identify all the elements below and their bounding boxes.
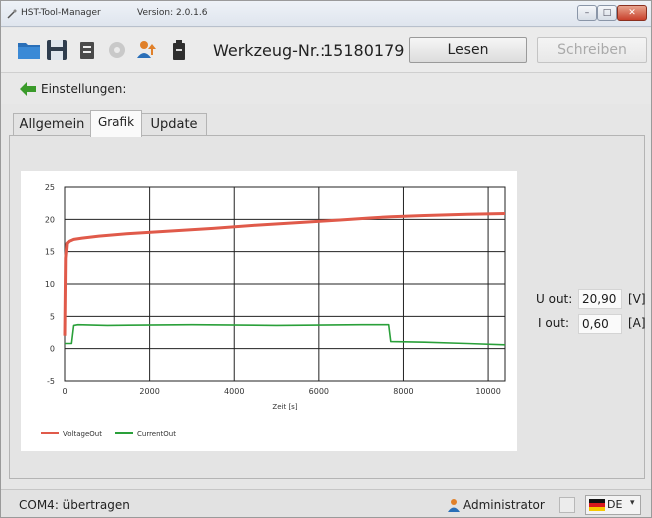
window-title: HST-Tool-Manager bbox=[21, 8, 101, 18]
tool-number-value: 15180179 bbox=[323, 41, 405, 60]
user-name: Administrator bbox=[463, 498, 545, 512]
user-upload-icon[interactable] bbox=[135, 38, 159, 62]
maximize-button[interactable]: □ bbox=[597, 5, 617, 21]
x-axis-label: Zeit [s] bbox=[272, 403, 297, 411]
battery-icon[interactable] bbox=[167, 38, 191, 62]
settings-bar: Einstellungen: bbox=[1, 72, 651, 104]
chevron-down-icon: ▾ bbox=[630, 498, 635, 508]
folder-icon[interactable] bbox=[17, 38, 41, 62]
chart-panel: -5 0 5 10 15 20 25 0 2000 4000 6000 8000 10000 Zeit [… bbox=[21, 171, 517, 451]
user-icon bbox=[448, 499, 460, 512]
y-tick-label: -5 bbox=[47, 377, 55, 386]
tab-general[interactable]: Allgemein bbox=[13, 113, 91, 136]
tab-bar: Allgemein Grafik Update bbox=[1, 109, 651, 137]
tool-number-label: Werkzeug-Nr.: bbox=[213, 41, 326, 60]
flag-de-icon bbox=[589, 499, 605, 511]
window-version: Version: 2.0.1.6 bbox=[137, 8, 208, 18]
u-out-label: U out: bbox=[536, 292, 573, 306]
tab-graph[interactable]: Grafik bbox=[90, 110, 142, 137]
back-arrow-icon[interactable] bbox=[19, 80, 37, 98]
x-tick-label: 4000 bbox=[224, 387, 244, 396]
legend-entry: VoltageOut bbox=[63, 430, 102, 438]
x-tick-label: 2000 bbox=[139, 387, 159, 396]
minimize-button[interactable]: – bbox=[577, 5, 597, 21]
x-tick-label: 6000 bbox=[309, 387, 329, 396]
app-window: HST-Tool-Manager Version: 2.0.1.6 – □ ✕ bbox=[0, 0, 652, 518]
save-icon[interactable] bbox=[45, 38, 69, 62]
x-tick-label: 8000 bbox=[393, 387, 413, 396]
chart: -5 0 5 10 15 20 25 0 2000 4000 6000 8000 10000 Zeit [… bbox=[41, 183, 506, 438]
y-tick-label: 25 bbox=[45, 183, 55, 192]
app-icon bbox=[7, 9, 17, 19]
y-tick-label: 15 bbox=[45, 248, 55, 257]
y-tick-label: 5 bbox=[50, 312, 55, 321]
language-value: DE bbox=[607, 498, 623, 511]
i-out-unit: [A] bbox=[628, 316, 646, 330]
title-bar: HST-Tool-Manager Version: 2.0.1.6 – □ ✕ bbox=[1, 1, 651, 27]
keyboard-toggle[interactable] bbox=[559, 497, 575, 513]
x-tick-label: 10000 bbox=[475, 387, 500, 396]
gear-icon[interactable] bbox=[105, 38, 129, 62]
i-out-label: I out: bbox=[538, 316, 570, 330]
language-select[interactable]: DE ▾ bbox=[585, 495, 641, 515]
i-out-value: 0,60 bbox=[578, 314, 622, 334]
read-button[interactable]: Lesen bbox=[409, 37, 527, 63]
u-out-value: 20,90 bbox=[578, 289, 622, 309]
settings-label: Einstellungen: bbox=[41, 82, 127, 96]
status-bar: COM4: übertragen Administrator DE ▾ bbox=[1, 489, 651, 517]
legend-entry: CurrentOut bbox=[137, 430, 176, 438]
y-tick-label: 0 bbox=[50, 345, 55, 354]
y-tick-label: 10 bbox=[45, 280, 55, 289]
y-tick-label: 20 bbox=[45, 215, 55, 224]
u-out-unit: [V] bbox=[628, 292, 646, 306]
write-button[interactable]: Schreiben bbox=[537, 37, 647, 63]
x-tick-label: 0 bbox=[62, 387, 67, 396]
toolbar: Werkzeug-Nr.: 15180179 Lesen Schreiben bbox=[1, 28, 651, 72]
tab-update[interactable]: Update bbox=[141, 113, 207, 136]
close-button[interactable]: ✕ bbox=[617, 5, 647, 21]
status-text: COM4: übertragen bbox=[19, 498, 130, 512]
list-icon[interactable] bbox=[75, 38, 99, 62]
